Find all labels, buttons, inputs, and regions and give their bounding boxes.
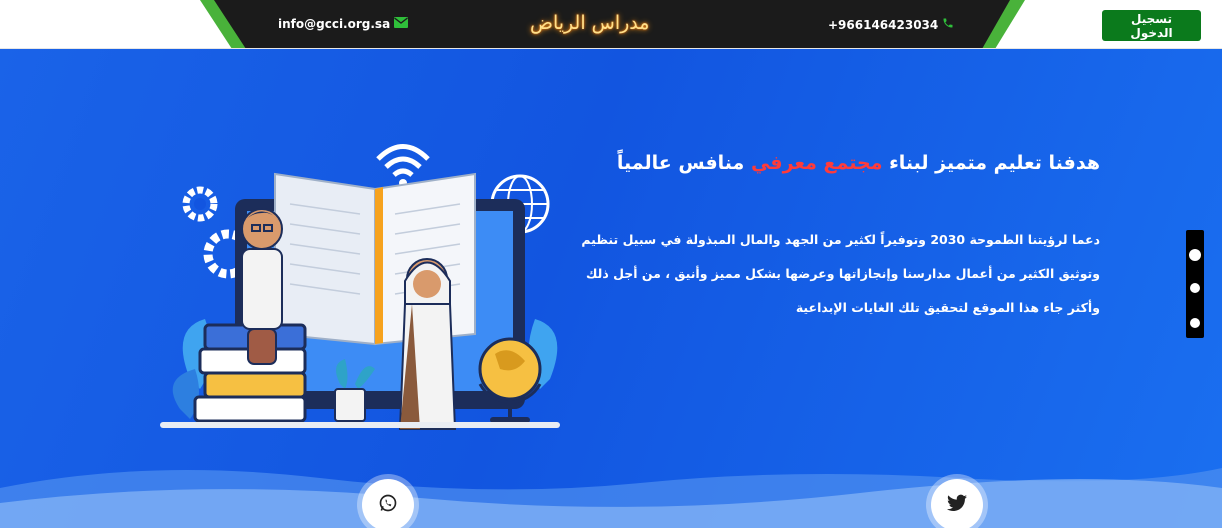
whatsapp-icon	[378, 493, 398, 517]
wifi-icon	[376, 144, 430, 187]
phone-contact[interactable]: +966146423034	[828, 17, 954, 32]
slider-pagination	[1186, 230, 1204, 338]
student-figure	[398, 258, 457, 430]
phone-icon	[942, 17, 954, 32]
whatsapp-button[interactable]	[362, 479, 414, 528]
student-figure	[241, 208, 283, 365]
paragraph-line: وأكثر جاء هذا الموقع لتحقيق تلك الغايات …	[795, 300, 1100, 315]
headline-accent: مجتمع معرفي	[750, 152, 883, 174]
hero-headline: هدفنا تعليم متميز لبناء مجتمع معرفي مناف…	[560, 152, 1100, 174]
twitter-button[interactable]	[931, 479, 983, 528]
email-address[interactable]: info@gcci.org.sa	[278, 17, 390, 31]
headline-text-end: منافس عالمياً	[616, 152, 751, 174]
email-contact[interactable]: info@gcci.org.sa	[278, 17, 409, 31]
twitter-icon	[947, 494, 967, 516]
top-bar: تسجيل الدخول +966146423034 مدراس الرياض …	[0, 0, 1222, 49]
headline-text: هدفنا تعليم متميز لبناء	[882, 152, 1100, 174]
desk-globe	[478, 337, 542, 423]
education-illustration	[160, 144, 560, 430]
login-button[interactable]: تسجيل الدخول	[1102, 10, 1201, 41]
slide-dot[interactable]	[1190, 318, 1200, 328]
envelope-icon	[394, 17, 409, 31]
paragraph-line: وتوثيق الكثير من أعمال مدارسنا وإنجازاته…	[586, 266, 1100, 281]
slide-dot-active[interactable]	[1189, 249, 1201, 261]
hero-waves	[0, 468, 1222, 528]
slide-dot[interactable]	[1190, 283, 1200, 293]
site-title: مدراس الرياض	[530, 12, 650, 34]
hero-paragraph: دعما لرؤيتنا الطموحة 2030 وتوفيراً لكثير…	[560, 223, 1100, 325]
gear-icon	[182, 186, 218, 222]
paragraph-line: دعما لرؤيتنا الطموحة 2030 وتوفيراً لكثير…	[581, 232, 1100, 247]
phone-number[interactable]: +966146423034	[828, 18, 938, 32]
hero-section: هدفنا تعليم متميز لبناء مجتمع معرفي مناف…	[0, 49, 1222, 528]
